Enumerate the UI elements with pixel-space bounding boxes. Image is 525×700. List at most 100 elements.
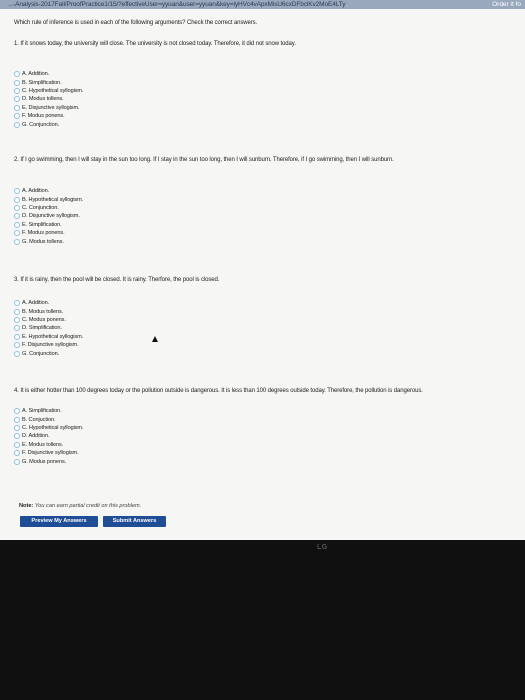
note-text: You can earn partial credit on this prob… [34,503,142,509]
radio-icon[interactable] [14,204,20,211]
option-radio[interactable]: F. Modus ponens. [14,229,83,237]
option-label: B. Conjuction. [22,416,56,423]
radio-icon[interactable] [14,325,20,332]
option-label: E. Hypothetical syllogism. [22,333,84,340]
radio-icon[interactable] [14,300,20,307]
option-radio[interactable]: G. Modus tollens. [14,237,83,245]
radio-icon[interactable] [14,121,20,128]
radio-icon[interactable] [14,196,20,203]
option-radio[interactable]: E. Hypothetical syllogism. [14,333,83,341]
option-radio[interactable]: C. Hypothetical syllogism. [14,87,84,95]
option-label: D. Disjunctive syllogism. [22,213,80,220]
radio-icon[interactable] [14,238,20,245]
question-3-options: A. Addition. B. Modus tollens. C. Modus … [14,299,83,358]
radio-icon[interactable] [14,458,20,465]
option-label: A. Simplification. [22,408,62,415]
option-label: G. Conjunction. [22,121,60,128]
option-radio[interactable]: A. Addition. [14,70,83,78]
option-label: B. Hypothetical syllogism. [22,196,84,203]
radio-icon[interactable] [14,433,20,440]
option-radio[interactable]: F. Modus ponens. [14,112,83,120]
option-label: D. Modus tollens. [22,96,64,103]
option-label: A. Addition. [22,71,50,78]
option-radio[interactable]: C. Modus ponens. [14,316,83,324]
radio-icon[interactable] [14,350,20,357]
option-radio[interactable]: A. Simplification. [14,407,83,415]
partial-credit-note: Note: You can earn partial credit on thi… [19,503,141,509]
radio-icon[interactable] [14,424,20,431]
radio-icon[interactable] [14,71,20,78]
option-radio[interactable]: D. Simplification. [14,324,83,332]
option-label: A. Addition. [22,300,50,307]
option-label: G. Modus ponens. [22,458,67,465]
toolbar-right-text: Order it fo [492,1,521,8]
radio-icon[interactable] [14,316,20,323]
option-radio[interactable]: G. Conjunction. [14,120,83,128]
preview-answers-button[interactable]: Preview My Answers [20,516,98,527]
option-label: E. Modus tollens. [22,441,64,448]
question-3-text: 3. If it is rainy, then the pool will be… [14,277,220,283]
option-radio[interactable]: E. Modus tollens. [14,441,83,449]
question-2-options: A. Addition. B. Hypothetical syllogism. … [14,187,83,246]
option-radio[interactable]: C. Conjunction. [14,204,83,212]
monitor-brand-logo: LG [317,544,328,551]
option-radio[interactable]: B. Modus tollens. [14,307,83,315]
radio-icon[interactable] [14,113,20,120]
option-label: C. Hypothetical syllogism. [22,87,84,94]
option-label: B. Modus tollens. [22,308,64,315]
option-label: E. Disjunctive syllogism. [22,104,80,111]
option-radio[interactable]: C. Hypothetical syllogism. [14,424,84,432]
option-label: C. Hypothetical syllogism. [22,424,84,431]
radio-icon[interactable] [14,104,20,111]
option-radio[interactable]: B. Hypothetical syllogism. [14,195,83,203]
question-2-text: 2. If I go swimming, then I will stay in… [14,157,394,163]
option-radio[interactable]: D. Disjunctive syllogism. [14,212,83,220]
option-label: C. Conjunction. [22,204,59,211]
radio-icon[interactable] [14,96,20,103]
option-radio[interactable]: F. Disjunctive syllogism. [14,341,83,349]
option-radio[interactable]: G. Conjunction. [14,349,83,357]
option-radio[interactable]: D. Modus tollens. [14,95,83,103]
address-bar[interactable]: ...-Analysis-2017Fall/ProofPractice1/15/… [0,0,525,9]
option-label: C. Modus ponens. [22,316,66,323]
radio-icon[interactable] [14,87,20,94]
option-radio[interactable]: F. Disjunctive syllogism. [14,449,83,457]
question-4-options: A. Simplification. B. Conjuction. C. Hyp… [14,407,84,466]
option-label: B. Simplification. [22,79,62,86]
radio-icon[interactable] [14,79,20,86]
question-1-text: 1. If it snows today, the university wil… [14,41,296,47]
option-radio[interactable]: G. Modus ponens. [14,457,83,465]
instructions: Which rule of inference is used in each … [14,20,258,26]
option-label: E. Simplification. [22,221,62,228]
browser-screen: ...-Analysis-2017Fall/ProofPractice1/15/… [0,0,525,540]
option-radio[interactable]: B. Conjuction. [14,415,83,423]
option-label: D. Addition. [22,433,50,440]
submit-answers-button[interactable]: Submit Answers [103,516,166,527]
option-radio[interactable]: A. Addition. [14,299,83,307]
note-label: Note: [19,503,34,509]
option-radio[interactable]: B. Simplification. [14,78,83,86]
option-radio[interactable]: A. Addition. [14,187,83,195]
radio-icon[interactable] [14,213,20,220]
option-label: F. Disjunctive syllogism. [22,450,79,457]
option-radio[interactable]: D. Addition. [14,432,83,440]
radio-icon[interactable] [14,230,20,237]
radio-icon[interactable] [14,416,20,423]
radio-icon[interactable] [14,450,20,457]
radio-icon[interactable] [14,308,20,315]
radio-icon[interactable] [14,441,20,448]
option-radio[interactable]: E. Simplification. [14,221,83,229]
radio-icon[interactable] [14,408,20,415]
question-4-text: 4. It is either hotter than 100 degrees … [14,388,423,394]
option-label: D. Simplification. [22,325,62,332]
question-1-options: A. Addition. B. Simplification. C. Hypot… [14,70,84,129]
monitor-bezel [0,540,525,700]
radio-icon[interactable] [14,342,20,349]
option-label: G. Conjunction. [22,350,60,357]
radio-icon[interactable] [14,221,20,228]
option-radio[interactable]: E. Disjunctive syllogism. [14,104,83,112]
mouse-cursor-icon [152,336,158,342]
radio-icon[interactable] [14,188,20,195]
radio-icon[interactable] [14,333,20,340]
option-label: F. Modus ponens. [22,230,65,237]
